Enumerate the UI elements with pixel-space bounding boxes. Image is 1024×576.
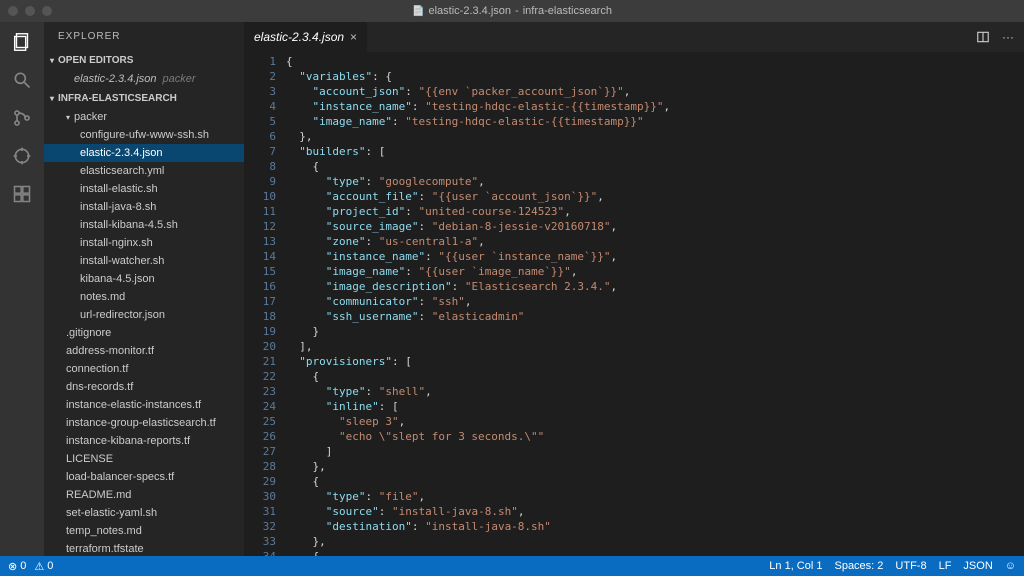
window-title: 📄 elastic-2.3.4.json - infra-elasticsear… <box>412 5 612 17</box>
folder-item[interactable]: ▾packer <box>44 108 244 126</box>
tab-bar-actions: ··· <box>976 22 1024 52</box>
file-item[interactable]: address-monitor.tf <box>44 342 244 360</box>
window-titlebar: 📄 elastic-2.3.4.json - infra-elasticsear… <box>0 0 1024 22</box>
status-errors[interactable]: ⊗ 0 <box>8 560 26 573</box>
search-icon[interactable] <box>10 68 34 92</box>
source-control-icon[interactable] <box>10 106 34 130</box>
code-content[interactable]: { "variables": { "account_json": "{{env … <box>286 52 1024 556</box>
extensions-icon[interactable] <box>10 182 34 206</box>
file-item[interactable]: set-elastic-yaml.sh <box>44 504 244 522</box>
file-item[interactable]: instance-group-elasticsearch.tf <box>44 414 244 432</box>
file-list: ▾packerconfigure-ufw-www-ssh.shelastic-2… <box>44 108 244 556</box>
debug-icon[interactable] <box>10 144 34 168</box>
file-item[interactable]: README.md <box>44 486 244 504</box>
chevron-down-icon: ▾ <box>66 113 70 122</box>
file-item[interactable]: install-watcher.sh <box>44 252 244 270</box>
file-item[interactable]: install-nginx.sh <box>44 234 244 252</box>
explorer-icon[interactable] <box>10 30 34 54</box>
status-language[interactable]: JSON <box>963 560 992 572</box>
file-item[interactable]: instance-elastic-instances.tf <box>44 396 244 414</box>
title-filename: elastic-2.3.4.json <box>428 5 511 17</box>
file-item[interactable]: .gitignore <box>44 324 244 342</box>
line-gutter: 1234567891011121314151617181920212223242… <box>244 52 286 556</box>
explorer-sidebar: EXPLORER ▾ OPEN EDITORS elastic-2.3.4.js… <box>44 22 244 556</box>
file-item[interactable]: install-java-8.sh <box>44 198 244 216</box>
editor-body[interactable]: 1234567891011121314151617181920212223242… <box>244 52 1024 556</box>
file-item[interactable]: LICENSE <box>44 450 244 468</box>
open-editor-item[interactable]: elastic-2.3.4.json packer <box>44 70 244 88</box>
close-window-icon[interactable] <box>8 6 18 16</box>
open-editors-header[interactable]: ▾ OPEN EDITORS <box>44 50 244 70</box>
chevron-down-icon: ▾ <box>50 94 54 103</box>
status-encoding[interactable]: UTF-8 <box>895 560 926 572</box>
open-editor-path: packer <box>163 73 196 85</box>
status-cursor[interactable]: Ln 1, Col 1 <box>769 560 822 572</box>
activity-bar <box>0 22 44 556</box>
chevron-down-icon: ▾ <box>50 56 54 65</box>
file-item[interactable]: elasticsearch.yml <box>44 162 244 180</box>
file-item[interactable]: configure-ufw-www-ssh.sh <box>44 126 244 144</box>
file-item[interactable]: elastic-2.3.4.json <box>44 144 244 162</box>
file-item[interactable]: instance-kibana-reports.tf <box>44 432 244 450</box>
tab-bar: elastic-2.3.4.json × ··· <box>244 22 1024 52</box>
more-icon[interactable]: ··· <box>1002 30 1014 44</box>
file-item[interactable]: install-elastic.sh <box>44 180 244 198</box>
file-item[interactable]: kibana-4.5.json <box>44 270 244 288</box>
feedback-icon[interactable]: ☺ <box>1005 560 1016 572</box>
close-icon[interactable]: × <box>350 30 357 44</box>
tab-active[interactable]: elastic-2.3.4.json × <box>244 22 368 52</box>
window-traffic-lights[interactable] <box>8 6 52 16</box>
file-item[interactable]: terraform.tfstate <box>44 540 244 556</box>
file-item[interactable]: connection.tf <box>44 360 244 378</box>
title-project: infra-elasticsearch <box>523 5 612 17</box>
file-item[interactable]: install-kibana-4.5.sh <box>44 216 244 234</box>
status-bar: ⊗ 0 ⚠ 0 Ln 1, Col 1 Spaces: 2 UTF-8 LF J… <box>0 556 1024 576</box>
zoom-window-icon[interactable] <box>42 6 52 16</box>
status-eol[interactable]: LF <box>939 560 952 572</box>
editor-area: elastic-2.3.4.json × ··· 123456789101112… <box>244 22 1024 556</box>
file-item[interactable]: dns-records.tf <box>44 378 244 396</box>
main-area: EXPLORER ▾ OPEN EDITORS elastic-2.3.4.js… <box>0 22 1024 556</box>
file-item[interactable]: notes.md <box>44 288 244 306</box>
file-item[interactable]: temp_notes.md <box>44 522 244 540</box>
minimize-window-icon[interactable] <box>25 6 35 16</box>
file-item[interactable]: url-redirector.json <box>44 306 244 324</box>
status-warnings[interactable]: ⚠ 0 <box>34 560 53 573</box>
split-editor-icon[interactable] <box>976 30 990 44</box>
status-indent[interactable]: Spaces: 2 <box>834 560 883 572</box>
file-icon: 📄 <box>412 6 424 17</box>
project-section-header[interactable]: ▾ INFRA-ELASTICSEARCH <box>44 88 244 108</box>
tab-label: elastic-2.3.4.json <box>254 30 344 44</box>
sidebar-title: EXPLORER <box>44 22 244 50</box>
open-editor-name: elastic-2.3.4.json <box>74 73 157 85</box>
file-item[interactable]: load-balancer-specs.tf <box>44 468 244 486</box>
